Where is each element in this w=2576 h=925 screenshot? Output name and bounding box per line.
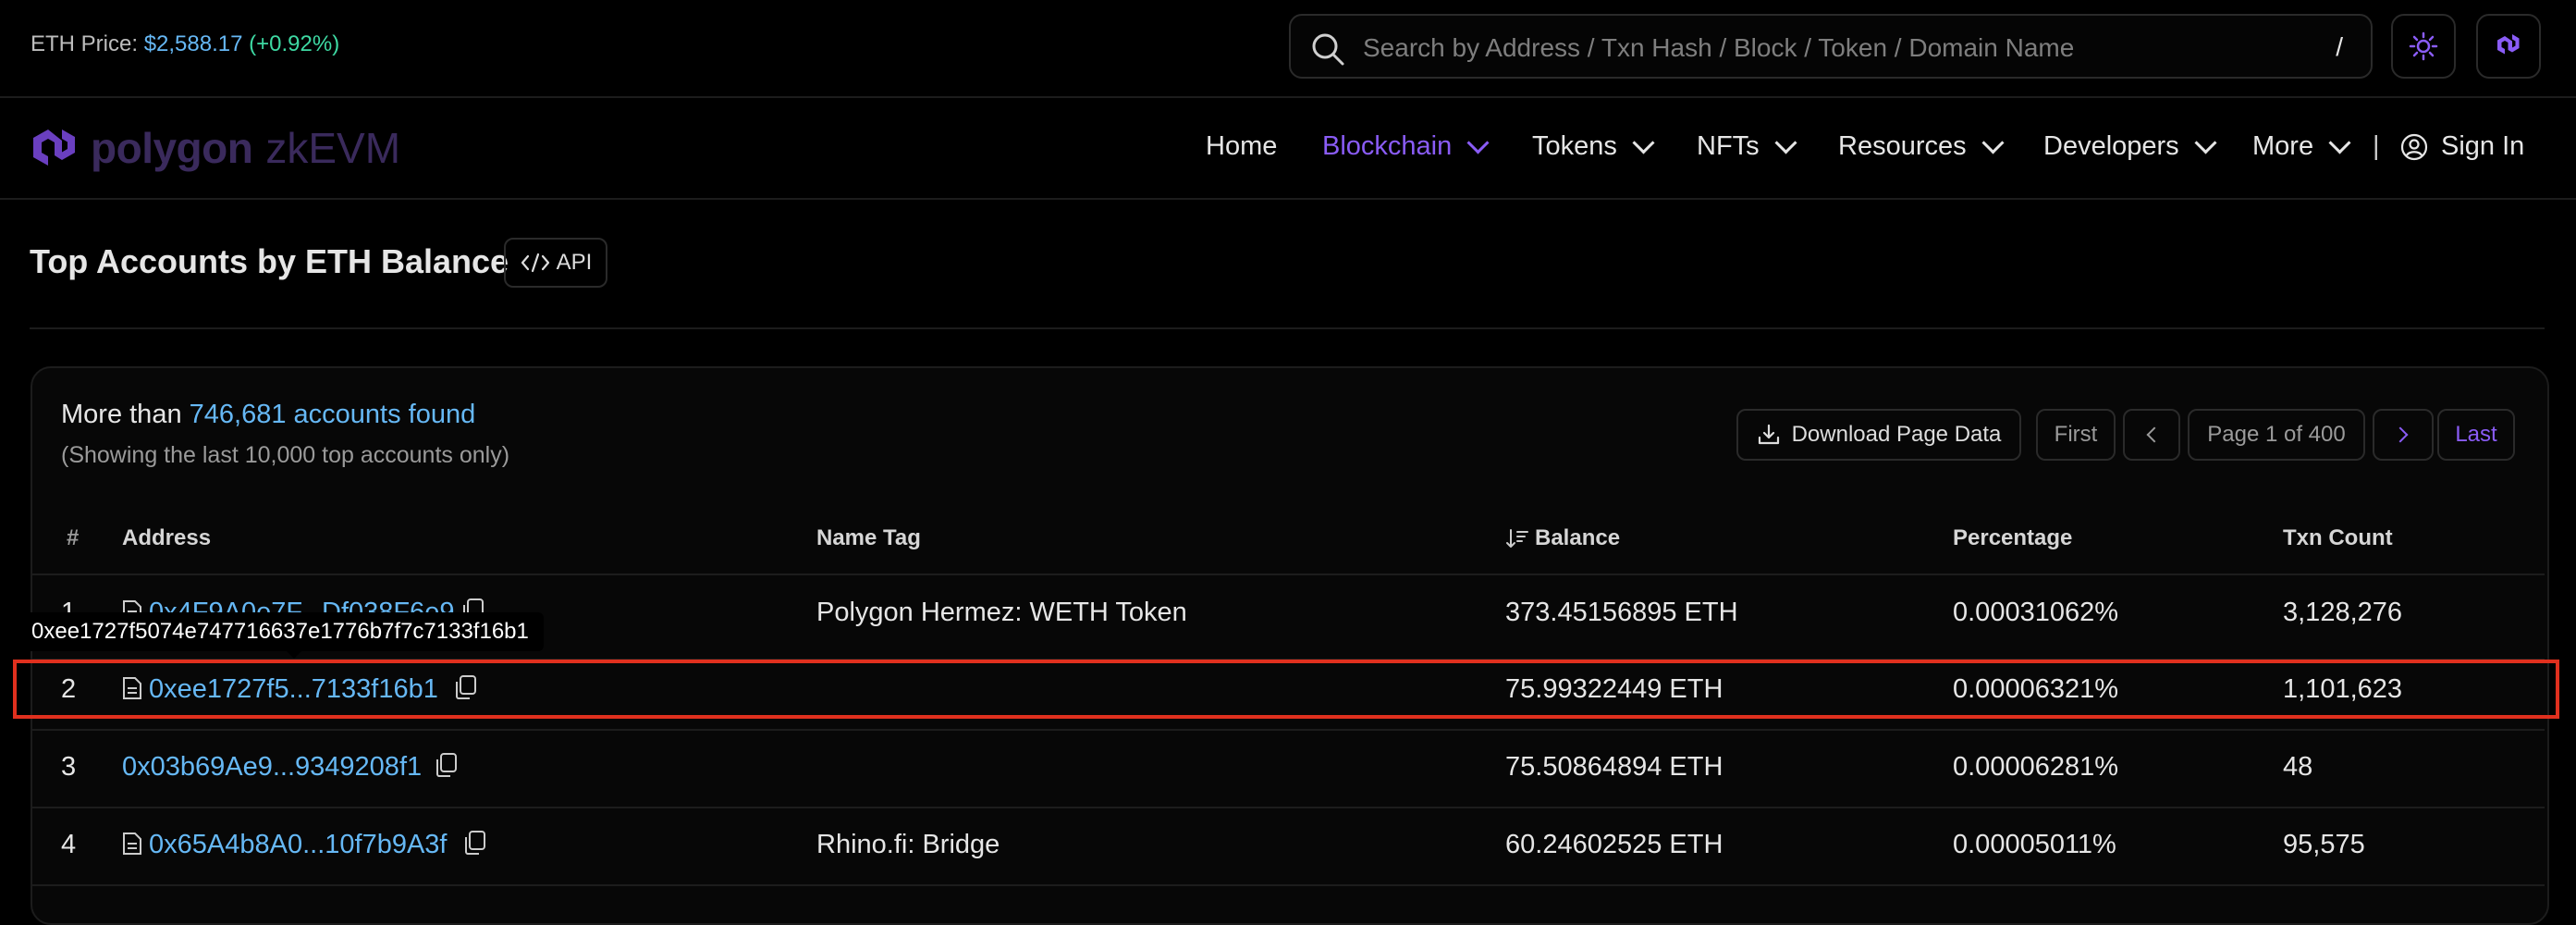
nav-blockchain[interactable]: Blockchain [1322,131,1490,162]
chevron-down-icon [2194,131,2217,154]
last-page-button[interactable]: Last [2437,409,2515,461]
nav-nfts[interactable]: NFTs [1697,131,1797,162]
row-balance: 60.24602525 ETH [1505,830,1723,859]
chevron-left-icon [2146,426,2163,443]
eth-price-change: (+0.92%) [249,31,340,56]
previous-page-button[interactable] [2123,409,2180,461]
nav-more[interactable]: More [2252,131,2351,162]
download-icon [1758,424,1779,445]
selected-row-highlight [13,660,2559,719]
contract-icon [123,832,141,855]
brand-product: zkEVM [265,124,401,172]
sort-descending-icon [1506,529,1528,548]
copy-icon[interactable] [462,830,486,856]
chevron-down-icon [2328,131,2351,154]
row-percentage: 0.00005011% [1953,830,2116,859]
row-divider [31,807,2545,808]
nav-resources[interactable]: Resources [1838,131,2005,162]
divider [30,327,2545,329]
download-page-data-label: Download Page Data [1791,422,2002,447]
accounts-found-text: More than 746,681 accounts found [61,400,475,430]
sign-in-label: Sign In [2441,131,2525,161]
table-header-divider [31,574,2545,575]
row-rank: 3 [61,752,77,782]
code-icon [521,253,549,273]
column-header-balance-label: Balance [1535,525,1621,550]
column-header-balance[interactable]: Balance [1505,525,1620,551]
column-header-percentage: Percentage [1953,525,2073,550]
page-title: Top Accounts by ETH Balance [30,242,509,280]
accounts-found-prefix: More than [61,400,182,429]
download-page-data-button[interactable]: Download Page Data [1736,409,2021,461]
row-address-link[interactable]: 0x03b69Ae9...9349208f1 [122,752,422,783]
chevron-down-icon [1774,131,1797,154]
row-txn-count: 3,128,276 [2283,598,2403,627]
last-page-label: Last [2455,422,2497,447]
row-percentage: 0.00006281% [1953,752,2118,782]
address-tooltip: 0xee1727f5074e747716637e1776b7f7c7133f16… [17,612,544,651]
nav-home[interactable]: Home [1206,131,1277,162]
nav-developers[interactable]: Developers [2043,131,2217,162]
row-name-tag: Polygon Hermez: WETH Token [816,598,1187,627]
main-navbar: polygon zkEVM Home Blockchain Tokens NFT… [0,98,2576,200]
column-header-address: Address [122,525,212,550]
row-divider [31,729,2545,731]
accounts-found-count: 746,681 accounts found [189,400,476,429]
brand-name: polygon [91,124,253,172]
nav-tokens[interactable]: Tokens [1532,131,1655,162]
api-button-label: API [556,250,593,275]
next-page-button[interactable] [2373,409,2434,461]
chevron-right-icon [2392,426,2409,443]
eth-price: ETH Price: $2,588.17 (+0.92%) [31,31,339,57]
nav-nfts-label: NFTs [1697,131,1760,161]
top-bar: ETH Price: $2,588.17 (+0.92%) / [0,0,2576,98]
search-box[interactable]: / [1289,14,2373,79]
site-logo[interactable]: polygon zkEVM [28,122,400,174]
row-address-link[interactable]: 0x65A4b8A0...10f7b9A3f [149,830,447,860]
eth-price-value[interactable]: $2,588.17 [144,31,243,56]
row-percentage: 0.00031062% [1953,598,2118,627]
column-header-rank: # [67,525,80,550]
polygon-logo-icon [33,130,75,166]
row-txn-count: 48 [2283,752,2313,782]
eth-price-label: ETH Price: [31,31,139,56]
search-input[interactable] [1361,27,2289,69]
chevron-down-icon [1632,131,1655,154]
nav-separator: | [2373,131,2380,161]
page-indicator: Page 1 of 400 [2188,409,2365,461]
network-switch-button[interactable] [2476,14,2541,79]
row-rank: 4 [61,830,77,859]
row-name-tag: Rhino.fi: Bridge [816,830,1000,859]
copy-icon[interactable] [434,752,458,778]
column-header-name-tag: Name Tag [816,525,921,550]
nav-developers-label: Developers [2043,131,2179,161]
nav-tokens-label: Tokens [1532,131,1617,161]
polygon-logo-icon [2497,34,2520,55]
user-icon [2400,133,2428,160]
first-page-label: First [2054,422,2098,447]
chevron-down-icon [1466,131,1490,154]
row-balance: 373.45156895 ETH [1505,598,1738,627]
nav-more-label: More [2252,131,2314,161]
nav-resources-label: Resources [1838,131,1967,161]
nav-blockchain-label: Blockchain [1322,131,1453,161]
theme-toggle-button[interactable] [2391,14,2456,79]
row-txn-count: 95,575 [2283,830,2365,859]
search-shortcut-key: / [2336,32,2343,61]
first-page-button[interactable]: First [2036,409,2116,461]
nav-home-label: Home [1206,131,1278,161]
api-button[interactable]: API [504,238,607,288]
search-icon [1312,33,1344,66]
row-divider [31,884,2545,886]
sun-icon [2409,31,2438,61]
accounts-found-note: (Showing the last 10,000 top accounts on… [61,442,510,468]
row-balance: 75.50864894 ETH [1505,752,1723,782]
sign-in-link[interactable]: Sign In [2400,131,2524,162]
tooltip-arrow [285,649,303,659]
page-indicator-label: Page 1 of 400 [2207,422,2346,447]
column-header-txn-count: Txn Count [2283,525,2393,550]
chevron-down-icon [1981,131,2005,154]
